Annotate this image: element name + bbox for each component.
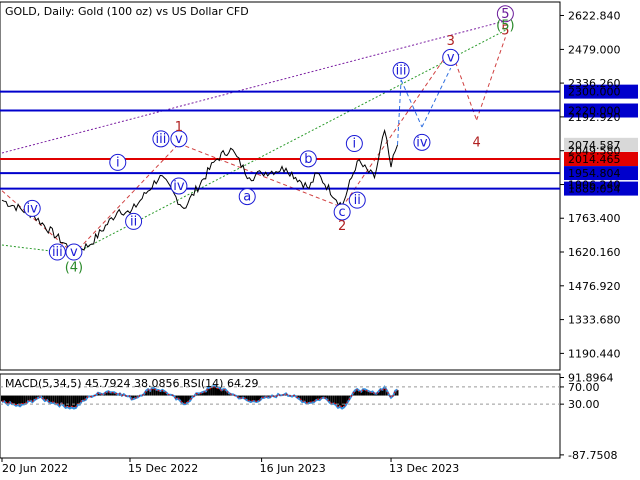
y-tick-label: 1906.240 (568, 179, 621, 192)
wave-label-text: 4 (472, 135, 480, 150)
y-tick-label: 2049.580 (568, 145, 621, 158)
y-tick-label: 1763.400 (568, 212, 621, 225)
indicator-y-tick-label: 70.00 (568, 381, 600, 394)
trend-line-red_dashed (178, 143, 343, 208)
trend-line-red_dashed (73, 143, 180, 255)
wave-label-text: 2 (338, 219, 346, 234)
trend-line-red_dashed (476, 37, 506, 121)
wave-label-text: c (339, 205, 346, 220)
axis-layer: 2622.840 2479.000 2336.260 2192.920 2049.580… (1, 9, 621, 475)
wave-label-text: i (116, 155, 120, 170)
levels-layer: 2300.0002220.0002074.5872014.4651954.804… (0, 84, 638, 196)
y-tick-label: 1476.920 (568, 280, 621, 293)
trend-line-blue_dashed (400, 79, 423, 128)
y-tick-label: 1620.160 (568, 246, 621, 259)
x-tick-label: 20 Jun 2022 (2, 462, 68, 475)
wave-label-text: ii (354, 193, 361, 208)
wave-label-text: 1 (175, 120, 183, 135)
chart-title: GOLD, Daily: Gold (100 oz) vs US Dollar … (5, 5, 249, 18)
trend-line-blue_dashed (397, 79, 402, 145)
trend-line-blue_dashed (421, 67, 452, 128)
x-tick-label: 15 Dec 2022 (128, 462, 198, 475)
y-tick-label: 2336.260 (568, 77, 621, 90)
wave-label-text: iv (27, 201, 39, 216)
price-panel-frame (0, 1, 561, 371)
trend-line-red_dashed (1, 190, 75, 255)
wave-label-text: iv (173, 179, 185, 194)
wave-label-text: 3 (447, 34, 455, 49)
chart-root: 2300.000 2220.000 2074.587 2014.465 1954.804… (0, 0, 640, 480)
wave-label-text: ii (130, 214, 137, 229)
y-tick-label: 2622.840 (568, 9, 621, 22)
wave-label-text: i (353, 137, 357, 152)
wave-label-text: iii (52, 245, 63, 260)
wave-label-text: a (243, 190, 251, 205)
x-tick-label: 13 Dec 2023 (389, 462, 459, 475)
y-tick-label: 1190.440 (568, 347, 621, 360)
indicator-y-tick-label: 30.00 (568, 398, 600, 411)
trend-lines-layer (1, 20, 506, 255)
y-tick-label: 2479.000 (568, 43, 621, 56)
wave-label-text: iii (155, 132, 166, 147)
wave-label-text: (4) (65, 260, 83, 275)
indicator-label: MACD(5,34,5) 45.7924 38.0856 RSI(14) 64.… (5, 377, 258, 390)
y-tick-label: 1333.680 (568, 314, 621, 327)
wave-label-text: iii (396, 63, 407, 78)
wave-label-text: b (304, 152, 312, 167)
trend-line-purple_dotted (1, 20, 506, 154)
wave-label-text: v (447, 50, 455, 65)
x-tick-label: 16 Jun 2023 (260, 462, 326, 475)
chart-svg: 2300.0002220.0002074.5872014.4651954.804… (0, 1, 638, 475)
wave-label-text: (5) (496, 19, 514, 34)
wave-labels-layer: iviii v(4)iiiiii v1ivabc2iiiiiiivv3455(5) (23, 5, 515, 275)
indicator-y-tick-label: -87.7508 (568, 449, 617, 462)
y-tick-label: 2192.920 (568, 111, 621, 124)
wave-label-text: v (70, 245, 78, 260)
wave-label-text: iv (416, 135, 428, 150)
